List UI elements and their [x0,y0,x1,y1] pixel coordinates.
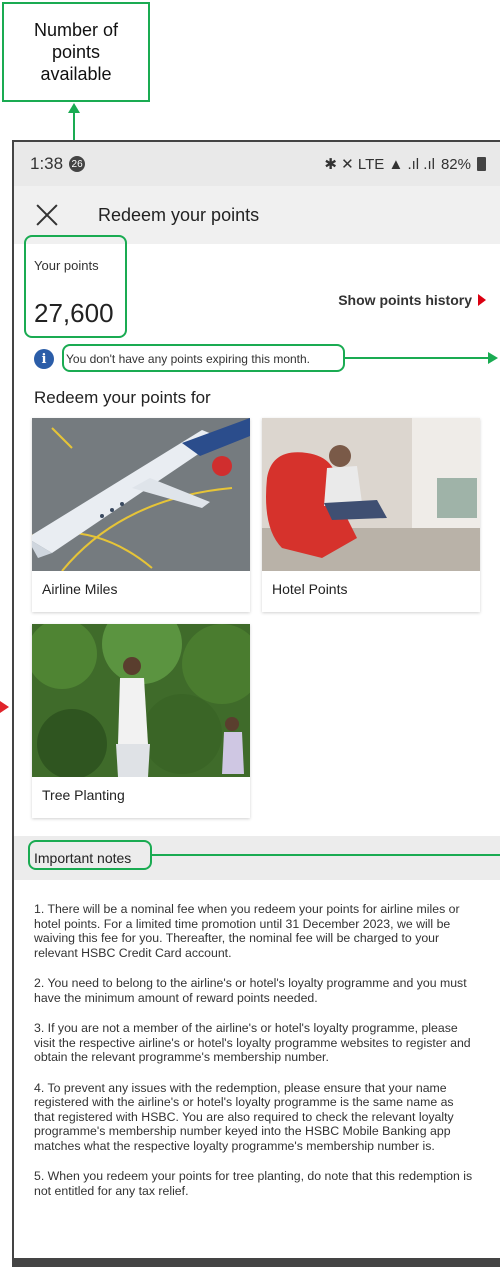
chevron-right-icon [478,294,486,306]
tree-planting-image [32,624,250,777]
tree-planting-label: Tree Planting [42,787,125,803]
points-highlight [24,235,127,338]
annotation-callout: Number of points available [2,2,150,102]
expiry-callout-line [345,357,488,359]
page-title: Redeem your points [98,204,260,225]
close-icon[interactable] [34,202,60,228]
status-indicators: ✱ ✕ LTE ▲ .ıl .ıl [324,156,435,173]
hotel-points-label: Hotel Points [272,581,348,597]
annotation-arrow-up [68,103,80,113]
important-notes-body: 1. There will be a nominal fee when you … [34,902,474,1214]
show-points-history-label: Show points history [338,292,472,308]
battery-percent: 82% [440,155,471,173]
redeem-section-heading: Redeem your points for [34,388,211,407]
note-item: 2. You need to belong to the airline's o… [34,976,467,1005]
note-item: 3. If you are not a member of the airlin… [34,1021,471,1064]
note-item: 4. To prevent any issues with the redemp… [34,1080,454,1153]
airplane-image [32,418,250,571]
hotel-points-card[interactable]: Hotel Points [262,418,480,612]
note-item: 1. There will be a nominal fee when you … [34,902,460,960]
hotel-chair-image [262,418,480,571]
annotation-callout-text: Number of points available [33,20,119,84]
bottom-bar [12,1258,500,1267]
expiry-callout-arrow [488,352,498,364]
notification-badge: 26 [69,156,86,172]
expiry-highlight [62,344,345,372]
tree-planting-card[interactable]: Tree Planting [32,624,250,818]
annotation-red-marker [0,701,9,713]
airline-miles-label: Airline Miles [42,581,118,597]
show-points-history-link[interactable]: Show points history [338,292,486,308]
status-bar: 1:38 26 ✱ ✕ LTE ▲ .ıl .ıl 82% [14,142,500,186]
notes-callout-line [152,854,500,856]
airline-miles-card[interactable]: Airline Miles [32,418,250,612]
status-left: 1:38 26 [30,154,86,174]
notes-highlight [28,840,152,870]
info-icon: i [34,349,54,369]
note-item: 5. When you redeem your points for tree … [34,1169,473,1198]
status-time: 1:38 [30,154,64,173]
status-right: ✱ ✕ LTE ▲ .ıl .ıl 82% [324,155,486,173]
battery-icon [477,157,486,171]
